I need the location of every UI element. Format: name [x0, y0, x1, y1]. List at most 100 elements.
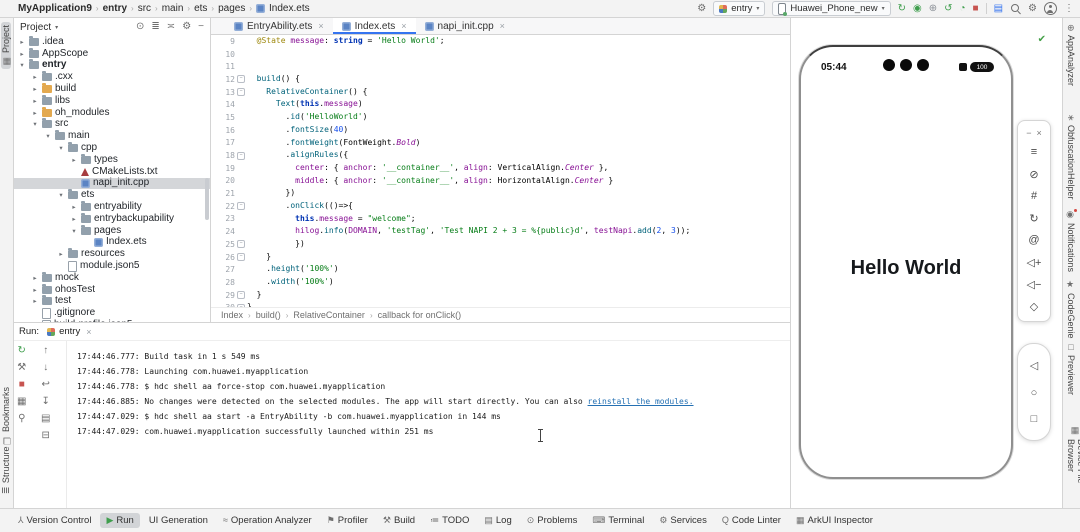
expand-all-icon[interactable]: ≣	[151, 22, 159, 32]
prev-occurrence-icon[interactable]: ↑	[43, 345, 48, 356]
select-opened-file-icon[interactable]: ⊙	[136, 22, 144, 32]
sidebar-item-device-file-browser[interactable]: ▦Device File Browser	[1066, 426, 1080, 508]
fold-marker-icon[interactable]: −	[237, 152, 245, 160]
close-icon[interactable]: ×	[86, 327, 91, 337]
run-button[interactable]: ↻	[898, 4, 906, 14]
breadcrumb-item[interactable]: Index	[221, 310, 243, 320]
fold-marker-icon[interactable]: −	[237, 253, 245, 261]
chevron-icon[interactable]: ▸	[18, 50, 26, 58]
tree-item-libs[interactable]: ▸libs	[14, 95, 210, 107]
minimize-icon[interactable]: −	[1026, 128, 1031, 138]
chevron-icon[interactable]: ▸	[31, 109, 39, 117]
toolwindow-button-operation-analyzer[interactable]: ≈Operation Analyzer	[217, 513, 318, 528]
toolwindow-button-run[interactable]: ▶Run	[100, 513, 139, 528]
close-icon[interactable]: ×	[500, 21, 505, 31]
chevron-icon[interactable]: ▸	[18, 38, 26, 46]
stop-button[interactable]: ■	[973, 4, 979, 14]
chevron-icon[interactable]: ▸	[31, 85, 39, 93]
breadcrumb-item[interactable]: main	[162, 3, 184, 14]
device-select[interactable]: Huawei_Phone_new▾	[772, 1, 890, 16]
chevron-icon[interactable]: ▸	[31, 73, 39, 81]
run-tab-entry[interactable]: entry ×	[47, 326, 91, 337]
tree-item-entrybackupability[interactable]: ▸entrybackupability	[14, 213, 210, 225]
search-everywhere-icon[interactable]	[1010, 3, 1021, 14]
chevron-icon[interactable]: ▸	[70, 203, 78, 211]
rotate-icon[interactable]: ↻	[1018, 207, 1050, 229]
settings-icon[interactable]: ⚙	[1028, 4, 1037, 14]
toolwindow-button-ui-generation[interactable]: UI Generation	[143, 513, 214, 528]
scroll-to-end-icon[interactable]: ↧	[42, 396, 50, 407]
fold-marker-icon[interactable]: −	[237, 304, 245, 307]
tree-settings-icon[interactable]: ⚙	[182, 22, 191, 32]
chevron-icon[interactable]: ▸	[57, 250, 65, 258]
tree-item-cmakelists-txt[interactable]: CMakeLists.txt	[14, 166, 210, 178]
run-config-select[interactable]: entry▾	[713, 1, 765, 16]
chevron-icon[interactable]: ▸	[31, 274, 39, 282]
fold-marker-icon[interactable]: −	[237, 202, 245, 210]
tree-item-ets[interactable]: ▾ets	[14, 189, 210, 201]
tab-index-ets[interactable]: Index.ets×	[333, 18, 416, 34]
edit-configuration-icon[interactable]: ⚒	[17, 362, 26, 373]
tree-item-types[interactable]: ▸types	[14, 154, 210, 166]
toolwindow-button-problems[interactable]: ⊙Problems	[521, 513, 584, 528]
chevron-icon[interactable]: ▾	[57, 144, 65, 152]
sidebar-item-obfuscationhelper[interactable]: ∗ObfuscationHelper	[1066, 114, 1076, 199]
toolwindow-button-profiler[interactable]: ⚑Profiler	[321, 513, 374, 528]
orientation-icon[interactable]: @	[1018, 229, 1050, 251]
chevron-icon[interactable]: ▸	[70, 156, 78, 164]
chevron-down-icon[interactable]: ▾	[55, 24, 58, 31]
sidebar-item-codegenie[interactable]: ★CodeGenie	[1066, 280, 1076, 339]
debug-button[interactable]: ◉	[913, 4, 922, 14]
tree-item-entry[interactable]: ▾entry	[14, 60, 210, 72]
tree-item-cpp[interactable]: ▾cpp	[14, 142, 210, 154]
fold-marker-icon[interactable]: −	[237, 75, 245, 83]
close-icon[interactable]: ×	[318, 21, 323, 31]
reinstall-modules-link[interactable]: reinstall the modules.	[588, 397, 694, 406]
chevron-icon[interactable]: ▾	[18, 61, 26, 69]
tree-item--cxx[interactable]: ▸.cxx	[14, 71, 210, 83]
more-icon[interactable]: ⋮	[1064, 4, 1074, 14]
chevron-icon[interactable]: ▾	[31, 120, 39, 128]
attach-debugger-button[interactable]: ⊕	[929, 4, 937, 14]
chevron-icon[interactable]: ▸	[70, 215, 78, 223]
breadcrumb-item[interactable]: RelativeContainer	[293, 310, 365, 320]
toolwindow-button-todo[interactable]: ≔TODO	[424, 513, 475, 528]
back-button[interactable]: ◁	[1030, 359, 1038, 372]
chevron-icon[interactable]: ▸	[31, 286, 39, 294]
tree-item-resources[interactable]: ▸resources	[14, 248, 210, 260]
profile-button[interactable]: ◔	[959, 4, 965, 14]
dump-threads-icon[interactable]: ▦	[17, 396, 26, 407]
tree-item-entryability[interactable]: ▸entryability	[14, 201, 210, 213]
rerun-icon[interactable]: ↻	[18, 345, 26, 356]
chevron-icon[interactable]: ▸	[31, 97, 39, 105]
tree-item-test[interactable]: ▸test	[14, 296, 210, 308]
breadcrumb-item[interactable]: pages	[218, 3, 245, 14]
breadcrumb-item[interactable]: build()	[256, 310, 281, 320]
editor-body[interactable]: 9101112−13−1415161718−19202122−232425−26…	[211, 35, 790, 307]
device-manager-icon[interactable]: ▤	[994, 4, 1003, 14]
phone-screen[interactable]: 05:44 100 Hello World	[806, 52, 1006, 472]
breadcrumb-item[interactable]: entry	[103, 3, 127, 14]
recents-button[interactable]: □	[1031, 413, 1038, 425]
toolwindow-button-services[interactable]: ⚙Services	[653, 513, 713, 528]
sidebar-item-structure[interactable]: ≣Structure	[1, 444, 11, 497]
toolwindow-button-arkui-inspector[interactable]: ▦ArkUI Inspector	[790, 513, 879, 528]
sync-settings-icon[interactable]: ⚙	[697, 4, 706, 14]
chevron-icon[interactable]: ▾	[57, 191, 65, 199]
run-console[interactable]: 17:44:46.777: Build task in 1 s 549 ms17…	[67, 341, 790, 509]
tree-item-napi-init-cpp[interactable]: napi_init.cpp	[14, 178, 210, 190]
next-occurrence-icon[interactable]: ↓	[43, 362, 48, 373]
sidebar-item-notifications[interactable]: ◉Notifications	[1066, 210, 1076, 272]
fold-marker-icon[interactable]: −	[237, 240, 245, 248]
tree-item-oh-modules[interactable]: ▸oh_modules	[14, 107, 210, 119]
toolwindow-button-code-linter[interactable]: QCode Linter	[716, 513, 787, 528]
hello-world-text[interactable]: Hello World	[806, 257, 1006, 280]
breadcrumb-item[interactable]: MyApplication9	[18, 3, 92, 14]
toolwindow-button-build[interactable]: ⚒Build	[377, 513, 421, 528]
sidebar-item-previewer[interactable]: □Previewer	[1066, 342, 1076, 395]
home-button[interactable]: ○	[1031, 387, 1038, 399]
menu-icon[interactable]: ≡	[1018, 141, 1050, 163]
sidebar-item-appanalyzer[interactable]: ⊕AppAnalyzer	[1066, 24, 1076, 86]
fold-marker-icon[interactable]: −	[237, 88, 245, 96]
close-icon[interactable]: ×	[1037, 128, 1042, 138]
